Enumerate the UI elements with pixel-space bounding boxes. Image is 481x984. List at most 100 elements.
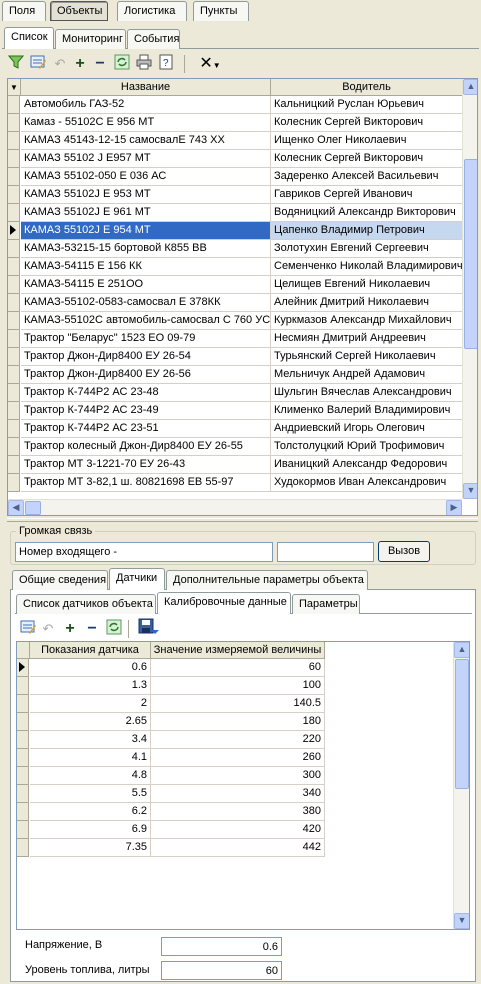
cell-value[interactable]: 100 xyxy=(151,677,325,695)
tab-events[interactable]: События xyxy=(127,29,180,49)
cell-reading[interactable]: 7.35 xyxy=(30,839,151,857)
cell-value[interactable]: 220 xyxy=(151,731,325,749)
cell-driver[interactable]: Толстолуцкий Юрий Трофимович xyxy=(271,438,463,456)
cell-driver[interactable]: Ищенко Олег Николаевич xyxy=(271,132,463,150)
row-indicator[interactable] xyxy=(17,785,29,803)
scroll-down-icon[interactable]: ▼ xyxy=(454,913,469,929)
column-header-name[interactable]: Название xyxy=(21,79,271,96)
row-indicator[interactable] xyxy=(8,96,20,114)
tab-points[interactable]: Пункты xyxy=(193,1,249,21)
edit-icon[interactable] xyxy=(18,619,38,639)
cell-driver[interactable]: Колесник Сергей Викторович xyxy=(271,114,463,132)
scroll-left-icon[interactable]: ◀ xyxy=(8,500,24,515)
table-row[interactable]: Трактор колесный Джон-Дир8400 ЕУ 26-55 То… xyxy=(8,438,463,456)
cell-name[interactable]: Трактор МТ 3-82,1 ш. 80821698 ЕВ 55-97 xyxy=(21,474,271,492)
row-indicator-header[interactable]: ▼ xyxy=(8,79,21,96)
row-indicator[interactable] xyxy=(8,456,20,474)
row-indicator[interactable] xyxy=(17,767,29,785)
table-row[interactable]: Трактор Джон-Дир8400 ЕУ 26-56 Мельничук А… xyxy=(8,366,463,384)
scroll-down-icon[interactable]: ▼ xyxy=(463,483,477,499)
tab-fields[interactable]: Поля xyxy=(2,1,46,21)
cell-value[interactable]: 260 xyxy=(151,749,325,767)
row-indicator[interactable] xyxy=(8,294,20,312)
row-indicator[interactable] xyxy=(8,438,20,456)
row-indicator[interactable] xyxy=(8,312,20,330)
cell-driver[interactable]: Водяницкий Александр Викторович xyxy=(271,204,463,222)
undo-icon[interactable]: ↶ xyxy=(50,54,70,74)
table-row[interactable]: 4.8 300 xyxy=(17,767,327,785)
cell-driver[interactable]: Семенченко Николай Владимирович xyxy=(271,258,463,276)
row-indicator[interactable] xyxy=(17,695,29,713)
tab-general-info[interactable]: Общие сведения xyxy=(12,570,108,590)
save-icon[interactable] xyxy=(136,618,160,638)
table-row[interactable]: Автомобиль ГАЗ-52 Кальницкий Руслан Юрьев… xyxy=(8,96,463,114)
table-row[interactable]: КАМАЗ 55102J Е 954 МТ Цапенко Владимир Пе… xyxy=(8,222,463,240)
row-indicator[interactable] xyxy=(17,821,29,839)
cell-name[interactable]: Трактор К-744Р2 АС 23-51 xyxy=(21,420,271,438)
cell-name[interactable]: Трактор К-744Р2 АС 23-49 xyxy=(21,402,271,420)
table-row[interactable]: 6.9 420 xyxy=(17,821,327,839)
cell-driver[interactable]: Колесник Сергей Викторович xyxy=(271,150,463,168)
row-indicator[interactable] xyxy=(17,713,29,731)
cell-driver[interactable]: Задеренко Алексей Васильевич xyxy=(271,168,463,186)
table-row[interactable]: 6.2 380 xyxy=(17,803,327,821)
table-row[interactable]: Трактор МТ 3-1221-70 ЕУ 26-43 Иваницкий А… xyxy=(8,456,463,474)
cell-driver[interactable]: Андриевский Игорь Олегович xyxy=(271,420,463,438)
cell-value[interactable]: 300 xyxy=(151,767,325,785)
objects-scroll-thumb[interactable] xyxy=(464,159,477,349)
cell-driver[interactable]: Куркмазов Александр Михайлович xyxy=(271,312,463,330)
table-row[interactable]: КАМАЗ-54115 Е 156 КК Семенченко Николай В… xyxy=(8,258,463,276)
objects-hscroll[interactable]: ◀ ▶ xyxy=(8,499,462,515)
tab-parameters[interactable]: Параметры xyxy=(292,594,360,614)
objects-hscroll-thumb[interactable] xyxy=(25,501,41,515)
cell-value[interactable]: 140.5 xyxy=(151,695,325,713)
table-row[interactable]: Трактор "Беларус" 1523 ЕО 09-79 Несмиян Д… xyxy=(8,330,463,348)
cell-name[interactable]: Трактор "Беларус" 1523 ЕО 09-79 xyxy=(21,330,271,348)
table-row[interactable]: 2.65 180 xyxy=(17,713,327,731)
tab-logistics[interactable]: Логистика xyxy=(117,1,187,21)
cell-value[interactable]: 420 xyxy=(151,821,325,839)
cell-name[interactable]: Трактор Джон-Дир8400 ЕУ 26-54 xyxy=(21,348,271,366)
table-row[interactable]: 4.1 260 xyxy=(17,749,327,767)
row-indicator[interactable] xyxy=(8,366,20,384)
row-indicator[interactable] xyxy=(8,474,20,492)
tab-list[interactable]: Список xyxy=(4,27,54,49)
table-row[interactable]: 3.4 220 xyxy=(17,731,327,749)
cell-driver[interactable]: Клименко Валерий Владимирович xyxy=(271,402,463,420)
scroll-up-icon[interactable]: ▲ xyxy=(454,642,469,658)
cell-name[interactable]: Трактор К-744Р2 АС 23-48 xyxy=(21,384,271,402)
table-row[interactable]: 7.35 442 xyxy=(17,839,327,857)
delete-menu-icon[interactable]: ✕▼ xyxy=(196,54,224,74)
cell-name[interactable]: КАМАЗ-55102-0583-самосвал Е 378КК xyxy=(21,294,271,312)
cell-name[interactable]: Трактор колесный Джон-Дир8400 ЕУ 26-55 xyxy=(21,438,271,456)
table-row[interactable]: КАМАЗ-53215-15 бортовой К855 ВВ Золотухин… xyxy=(8,240,463,258)
row-indicator[interactable] xyxy=(17,839,29,857)
cell-reading[interactable]: 0.6 xyxy=(30,659,151,677)
column-header-driver[interactable]: Водитель xyxy=(271,79,463,96)
cell-driver[interactable]: Алейник Дмитрий Николаевич xyxy=(271,294,463,312)
table-row[interactable]: КАМАЗ-54115 Е 251ОО Целищев Евгений Никол… xyxy=(8,276,463,294)
row-indicator[interactable] xyxy=(8,168,20,186)
row-indicator[interactable] xyxy=(17,749,29,767)
column-header-value[interactable]: Значение измеряемой величины xyxy=(151,642,325,659)
refresh-icon[interactable] xyxy=(104,619,124,639)
cell-driver[interactable]: Турьянский Сергей Николаевич xyxy=(271,348,463,366)
cell-name[interactable]: КАМАЗ 55102 J Е957 МТ xyxy=(21,150,271,168)
row-indicator[interactable] xyxy=(8,420,20,438)
cell-name[interactable]: КАМАЗ-54115 Е 156 КК xyxy=(21,258,271,276)
cell-reading[interactable]: 6.9 xyxy=(30,821,151,839)
cell-reading[interactable]: 5.5 xyxy=(30,785,151,803)
cell-name[interactable]: КАМАЗ 45143-12-15 самосвалЕ 743 ХХ xyxy=(21,132,271,150)
calib-vscroll[interactable]: ▲ ▼ xyxy=(453,642,469,929)
cell-driver[interactable]: Шульгин Вячеслав Александрович xyxy=(271,384,463,402)
cell-driver[interactable]: Гавриков Сергей Иванович xyxy=(271,186,463,204)
fuel-level-field[interactable]: 60 xyxy=(161,961,282,980)
tab-sensors[interactable]: Датчики xyxy=(109,568,165,590)
tab-objects[interactable]: Объекты xyxy=(50,1,108,21)
table-row[interactable]: КАМАЗ 55102J Е 961 МТ Водяницкий Александ… xyxy=(8,204,463,222)
row-indicator[interactable] xyxy=(8,348,20,366)
cell-name[interactable]: Трактор Джон-Дир8400 ЕУ 26-56 xyxy=(21,366,271,384)
table-row[interactable]: КАМАЗ-55102С автомобиль-самосвал С 760 У… xyxy=(8,312,463,330)
row-indicator[interactable] xyxy=(8,384,20,402)
cell-reading[interactable]: 4.1 xyxy=(30,749,151,767)
